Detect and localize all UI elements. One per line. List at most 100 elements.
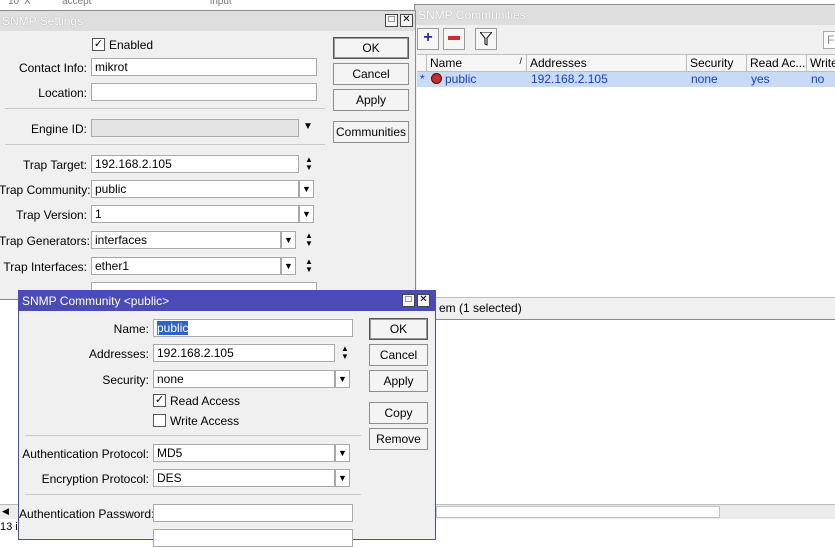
column-write-label: Write bbox=[810, 56, 835, 70]
plus-icon: + bbox=[423, 29, 433, 46]
trap-target-input[interactable]: 192.168.2.105 bbox=[91, 155, 299, 173]
separator bbox=[5, 144, 325, 145]
community-copy-button[interactable]: Copy bbox=[369, 402, 428, 424]
column-name-label: Name bbox=[430, 56, 463, 70]
engine-id-dropdown-icon[interactable]: ▼ bbox=[303, 121, 313, 132]
row-write-access: no bbox=[811, 72, 825, 86]
close-icon: ✕ bbox=[402, 14, 411, 25]
column-header-addresses[interactable]: Addresses bbox=[527, 55, 687, 72]
read-access-checkbox[interactable]: ✓ bbox=[153, 394, 166, 407]
auth-protocol-dropdown-icon[interactable]: ▼ bbox=[335, 444, 350, 462]
auth-protocol-select[interactable]: MD5 bbox=[153, 444, 335, 462]
checkmark-icon: ✓ bbox=[154, 394, 165, 406]
name-input[interactable]: public bbox=[153, 319, 353, 337]
close-button[interactable]: ✕ bbox=[417, 294, 430, 307]
enc-protocol-select[interactable]: DES bbox=[153, 469, 335, 487]
trap-version-select[interactable]: 1 bbox=[91, 205, 299, 223]
bg-cell-x: X bbox=[24, 0, 31, 7]
snmp-settings-title: SNMP Settings bbox=[2, 14, 84, 28]
column-addresses-label: Addresses bbox=[530, 56, 587, 70]
community-ok-button[interactable]: OK bbox=[369, 318, 428, 340]
separator bbox=[25, 494, 361, 495]
write-access-checkbox[interactable] bbox=[153, 414, 166, 427]
trap-community-label: Trap Community: bbox=[0, 183, 91, 197]
auth-password-input[interactable] bbox=[153, 504, 353, 522]
scroll-thumb[interactable] bbox=[436, 506, 720, 518]
snmp-communities-title: SNMP Communities bbox=[418, 8, 526, 22]
community-cancel-button[interactable]: Cancel bbox=[369, 344, 428, 366]
settings-cancel-button[interactable]: Cancel bbox=[333, 63, 409, 85]
enc-protocol-dropdown-icon[interactable]: ▼ bbox=[335, 469, 350, 487]
trap-interfaces-dropdown-icon[interactable]: ▼ bbox=[281, 257, 296, 275]
location-label: Location: bbox=[38, 86, 87, 100]
row-read-access: yes bbox=[751, 72, 770, 86]
community-apply-button[interactable]: Apply bbox=[369, 370, 428, 392]
trap-community-select[interactable]: public bbox=[91, 180, 299, 198]
column-header-write-access[interactable]: Write bbox=[807, 55, 835, 72]
engine-id-input bbox=[91, 119, 299, 137]
trap-interfaces-updown-icon[interactable]: ▲ ▼ bbox=[303, 258, 315, 276]
communities-status-text: em (1 selected) bbox=[439, 301, 522, 315]
engine-id-label: Engine ID: bbox=[30, 122, 87, 136]
snmp-settings-titlebar[interactable]: SNMP Settings bbox=[0, 11, 415, 31]
auth-password-label: Authentication Password: bbox=[19, 507, 155, 521]
security-select[interactable]: none bbox=[153, 370, 335, 388]
trap-generators-updown-icon[interactable]: ▲ ▼ bbox=[303, 232, 315, 250]
contact-info-input[interactable]: mikrot bbox=[91, 58, 317, 76]
snmp-community-dialog: SNMP Community <public> □ ✕ Name: public… bbox=[18, 290, 436, 547]
communities-button[interactable]: Communities bbox=[333, 121, 409, 143]
column-security-label: Security bbox=[690, 56, 734, 70]
close-button[interactable]: ✕ bbox=[400, 14, 413, 27]
location-input[interactable] bbox=[91, 83, 317, 101]
trap-version-label: Trap Version: bbox=[16, 208, 87, 222]
trap-community-dropdown-icon[interactable]: ▼ bbox=[299, 180, 314, 198]
add-button[interactable]: + bbox=[417, 28, 439, 50]
trap-version-dropdown-icon[interactable]: ▼ bbox=[299, 205, 314, 223]
settings-apply-button[interactable]: Apply bbox=[333, 89, 409, 111]
snmp-communities-titlebar[interactable]: SNMP Communities bbox=[415, 5, 835, 25]
sort-icon: / bbox=[519, 56, 522, 66]
table-row[interactable]: * public 192.168.2.105 none yes no bbox=[417, 72, 835, 87]
row-marker: * bbox=[420, 72, 425, 86]
settings-ok-button[interactable]: OK bbox=[333, 37, 409, 59]
trap-generators-select[interactable]: interfaces bbox=[91, 231, 281, 249]
addresses-input[interactable]: 192.168.2.105 bbox=[153, 344, 335, 362]
trap-generators-dropdown-icon[interactable]: ▼ bbox=[281, 231, 296, 249]
scroll-left-icon[interactable]: ◀ bbox=[2, 506, 9, 517]
filter-button[interactable] bbox=[475, 28, 497, 50]
name-input-selected-text: public bbox=[157, 321, 189, 335]
trap-interfaces-select[interactable]: ether1 bbox=[91, 257, 281, 275]
community-remove-button[interactable]: Remove bbox=[369, 428, 428, 450]
row-name: public bbox=[445, 72, 477, 86]
communities-status-bar: em (1 selected) bbox=[415, 297, 835, 319]
contact-info-label: Contact Info: bbox=[18, 61, 87, 75]
find-placeholder: F bbox=[827, 33, 835, 47]
column-header-read-access[interactable]: Read Ac... bbox=[747, 55, 807, 72]
column-header-name[interactable]: Name / bbox=[427, 55, 527, 72]
community-icon bbox=[431, 73, 442, 84]
addresses-updown-icon[interactable]: ▲ ▼ bbox=[339, 345, 351, 363]
row-addresses: 192.168.2.105 bbox=[531, 72, 608, 86]
trap-target-label: Trap Target: bbox=[22, 158, 87, 172]
snmp-community-title: SNMP Community <public> bbox=[22, 294, 170, 308]
bottom-status: 13 i bbox=[0, 521, 18, 533]
security-dropdown-icon[interactable]: ▼ bbox=[335, 370, 350, 388]
column-header-marker[interactable] bbox=[417, 55, 427, 72]
checkmark-icon: ✓ bbox=[93, 38, 104, 50]
trap-generators-label: Trap Generators: bbox=[0, 234, 90, 248]
snmp-community-titlebar[interactable]: SNMP Community <public> bbox=[19, 291, 435, 311]
auth-protocol-label: Authentication Protocol: bbox=[22, 447, 149, 461]
remove-button[interactable] bbox=[443, 28, 465, 50]
column-header-security[interactable]: Security bbox=[687, 55, 747, 72]
find-input[interactable]: F bbox=[823, 31, 835, 49]
maximize-button[interactable]: □ bbox=[385, 14, 398, 27]
maximize-icon: □ bbox=[405, 294, 412, 305]
bg-cell-number: 10 bbox=[8, 0, 20, 7]
maximize-button[interactable]: □ bbox=[402, 294, 415, 307]
enabled-checkbox[interactable]: ✓ bbox=[92, 38, 105, 51]
trap-target-updown-icon[interactable]: ▲ ▼ bbox=[303, 156, 315, 174]
encryption-password-input[interactable] bbox=[153, 529, 353, 547]
snmp-communities-window: SNMP Communities + F Name / Addresses Se… bbox=[414, 4, 835, 320]
minus-icon bbox=[448, 35, 460, 40]
enabled-label: Enabled bbox=[109, 38, 154, 52]
